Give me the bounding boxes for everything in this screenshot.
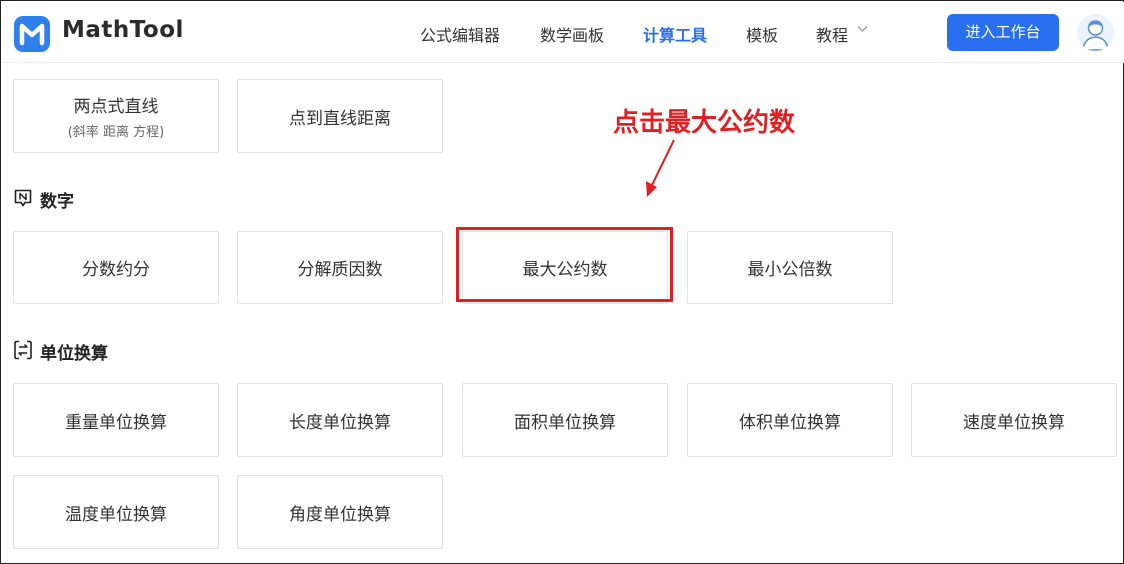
top-navbar: MathTool 公式编辑器 数学画板 计算工具 模板 教程 进入工作台 [2,2,1124,63]
tool-volume-conversion[interactable]: 体积单位换算 [687,383,893,457]
avatar-icon[interactable] [1077,14,1114,51]
unit-convert-icon [14,340,32,360]
tool-two-point-line[interactable]: 两点式直线 (斜率 距离 方程) [13,79,219,153]
tool-temperature-conversion[interactable]: 温度单位换算 [13,475,219,549]
tool-angle-conversion[interactable]: 角度单位换算 [237,475,443,549]
tool-speed-conversion[interactable]: 速度单位换算 [911,383,1117,457]
tool-label: 面积单位换算 [514,412,616,433]
tool-label: 分数约分 [82,260,150,280]
nav-math-canvas[interactable]: 数学画板 [540,22,604,46]
tool-gcd[interactable]: 最大公约数 [462,231,668,304]
tool-label: 两点式直线 [73,97,159,117]
tool-label: 最小公倍数 [747,260,833,280]
tool-label: 最大公约数 [522,260,608,280]
tool-length-conversion[interactable]: 长度单位换算 [237,383,443,457]
tool-label: 角度单位换算 [289,504,391,525]
chevron-down-icon[interactable] [857,25,868,33]
tool-label: 温度单位换算 [65,504,167,525]
tool-label: 重量单位换算 [65,412,167,433]
nav-templates[interactable]: 模板 [746,22,778,46]
nav-calc-tools[interactable]: 计算工具 [643,22,707,46]
brand-name[interactable]: MathTool [62,17,184,43]
tool-label: 点到直线距离 [289,108,391,129]
tool-reduce-fraction[interactable]: 分数约分 [13,231,219,304]
tool-label: 速度单位换算 [963,412,1065,433]
tool-label: 长度单位换算 [289,412,391,433]
nav-tutorials[interactable]: 教程 [816,22,848,46]
tool-point-to-line-distance[interactable]: 点到直线距离 [237,79,443,153]
annotation-text: 点击最大公约数 [613,108,796,138]
tool-label: 分解质因数 [297,260,383,280]
tool-sublabel: (斜率 距离 方程) [67,125,165,140]
tool-lcm[interactable]: 最小公倍数 [687,231,893,304]
app-window: MathTool 公式编辑器 数学画板 计算工具 模板 教程 进入工作台 两点式… [0,0,1124,564]
tool-prime-factorization[interactable]: 分解质因数 [237,231,443,304]
enter-workspace-button[interactable]: 进入工作台 [947,14,1059,51]
nav-formula-editor[interactable]: 公式编辑器 [420,22,500,46]
section-title-unit-conversion: 单位换算 [40,344,108,364]
number-badge-icon [14,189,32,207]
tool-label: 体积单位换算 [739,412,841,433]
section-title-number: 数字 [40,192,74,212]
mathtool-logo-icon[interactable] [14,16,50,52]
tool-weight-conversion[interactable]: 重量单位换算 [13,383,219,457]
tool-area-conversion[interactable]: 面积单位换算 [462,383,668,457]
annotation-arrow-icon [646,139,675,197]
